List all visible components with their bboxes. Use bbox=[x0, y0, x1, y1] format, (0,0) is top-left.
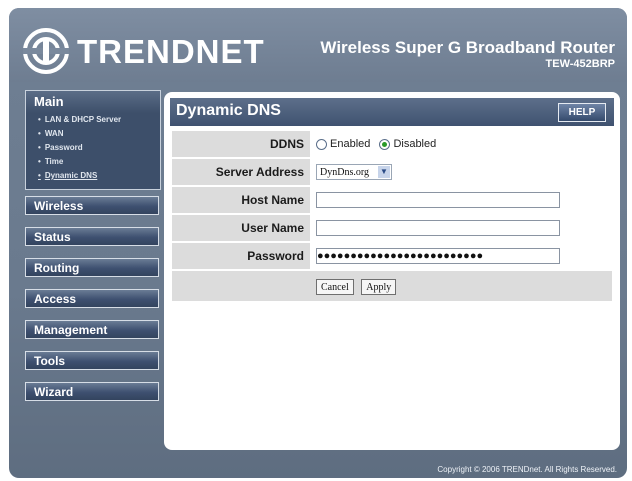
ddns-disabled-label: Disabled bbox=[393, 138, 437, 151]
server-address-label: Server Address bbox=[172, 158, 310, 187]
copyright-footer: Copyright © 2006 TRENDnet. All Rights Re… bbox=[437, 465, 617, 474]
menu-routing[interactable]: Routing bbox=[25, 258, 159, 277]
user-name-row: User Name bbox=[172, 214, 612, 243]
menu-access[interactable]: Access bbox=[25, 289, 159, 308]
host-name-input[interactable] bbox=[316, 192, 560, 208]
cancel-button[interactable]: Cancel bbox=[316, 279, 354, 295]
menu-wireless[interactable]: Wireless bbox=[25, 196, 159, 215]
server-address-value: DynDns.org bbox=[320, 167, 369, 178]
actions-row: Cancel Apply bbox=[172, 270, 612, 303]
user-name-label: User Name bbox=[172, 214, 310, 243]
ddns-enabled-radio[interactable] bbox=[316, 138, 327, 150]
server-address-row: Server Address DynDns.org ▼ bbox=[172, 158, 612, 187]
menu-wizard[interactable]: Wizard bbox=[25, 382, 159, 401]
brand-logo-text: TRENDNET bbox=[77, 33, 265, 70]
password-input[interactable]: ●●●●●●●●●●●●●●●●●●●●●●●●● bbox=[316, 248, 560, 264]
ddns-options: Enabled Disabled bbox=[310, 131, 612, 159]
router-window: TRENDNET Wireless Super G Broadband Rout… bbox=[9, 8, 627, 478]
content-panel: Dynamic DNS HELP DDNS Enabled Disabled S… bbox=[164, 92, 620, 450]
password-row: Password ●●●●●●●●●●●●●●●●●●●●●●●●● bbox=[172, 242, 612, 271]
user-name-input[interactable] bbox=[316, 220, 560, 236]
help-button[interactable]: HELP bbox=[558, 103, 606, 122]
host-name-row: Host Name bbox=[172, 186, 612, 215]
panel-header: Dynamic DNS HELP bbox=[170, 98, 614, 126]
main-menu-button[interactable]: Main bbox=[26, 91, 160, 113]
menu-status[interactable]: Status bbox=[25, 227, 159, 246]
model-number: TEW-452BRP bbox=[545, 58, 615, 70]
ddns-form: DDNS Enabled Disabled Server Address Dyn… bbox=[172, 131, 612, 303]
product-name: Wireless Super G Broadband Router bbox=[320, 38, 615, 57]
host-name-label: Host Name bbox=[172, 186, 310, 215]
main-menu-group: Main • LAN & DHCP Server • WAN • Password •… bbox=[25, 90, 161, 190]
header: TRENDNET Wireless Super G Broadband Rout… bbox=[9, 8, 627, 82]
page-title: Dynamic DNS bbox=[176, 102, 281, 119]
submenu-wan[interactable]: • WAN bbox=[26, 127, 160, 141]
server-address-select[interactable]: DynDns.org ▼ bbox=[316, 164, 392, 180]
submenu-password[interactable]: • Password bbox=[26, 141, 160, 155]
submenu-dynamic-dns[interactable]: • Dynamic DNS bbox=[26, 169, 160, 183]
submenu-time[interactable]: • Time bbox=[26, 155, 160, 169]
apply-button[interactable]: Apply bbox=[361, 279, 397, 295]
ddns-row: DDNS Enabled Disabled bbox=[172, 131, 612, 159]
ddns-disabled-radio[interactable] bbox=[379, 138, 391, 150]
ddns-enabled-label: Enabled bbox=[330, 138, 371, 151]
sidebar: Main • LAN & DHCP Server • WAN • Password •… bbox=[25, 90, 161, 413]
ddns-label: DDNS bbox=[172, 131, 310, 159]
chevron-down-icon[interactable]: ▼ bbox=[378, 166, 390, 178]
trendnet-logo-icon bbox=[23, 28, 69, 74]
menu-tools[interactable]: Tools bbox=[25, 351, 159, 370]
menu-management[interactable]: Management bbox=[25, 320, 159, 339]
submenu-lan-dhcp[interactable]: • LAN & DHCP Server bbox=[26, 113, 160, 127]
password-label: Password bbox=[172, 242, 310, 271]
